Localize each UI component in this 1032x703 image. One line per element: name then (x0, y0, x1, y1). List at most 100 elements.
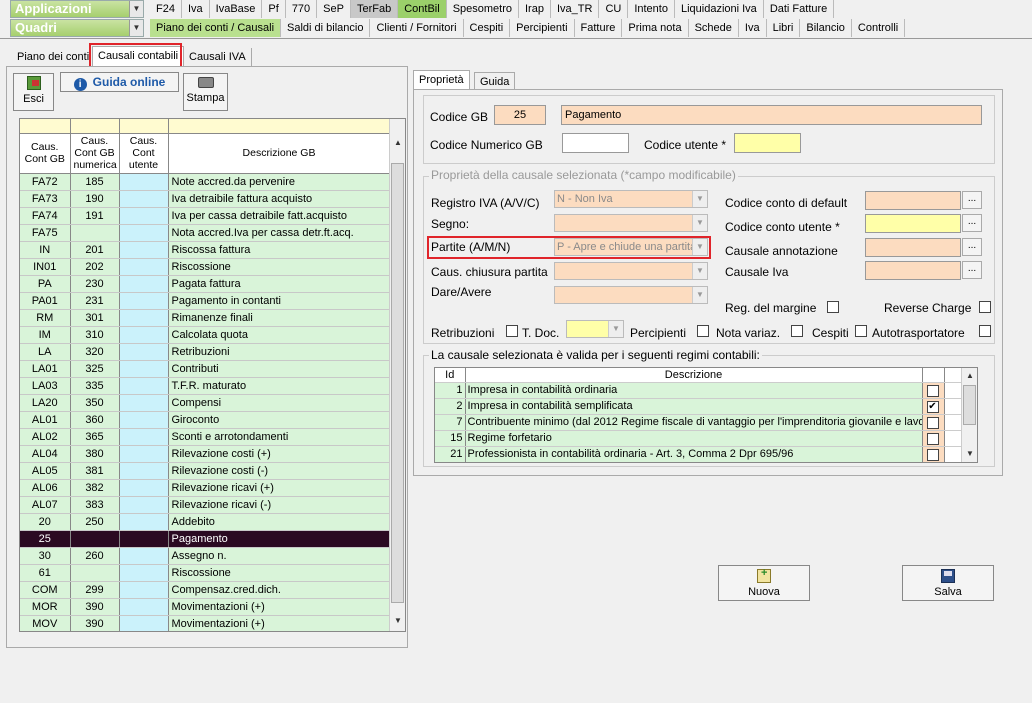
table-row[interactable]: PA 230 Pagata fattura (20, 275, 391, 293)
cell-descrizione[interactable]: Calcolata quota (168, 326, 391, 344)
table-row[interactable]: 20 250 Addebito (20, 513, 391, 531)
cell-caus-cont-gb[interactable]: AL07 (20, 496, 71, 514)
menu-iva[interactable]: Iva (182, 0, 210, 18)
col-header-id[interactable]: Id (435, 368, 466, 383)
filter-cell[interactable] (20, 119, 71, 134)
cell-utente[interactable] (119, 309, 169, 327)
cell-descrizione[interactable]: Sconti e arrotondamenti (168, 428, 391, 446)
guida-online-button[interactable]: i Guida online (60, 72, 179, 92)
cell-numerica[interactable]: 383 (70, 496, 120, 514)
codice-gb-field[interactable]: 25 (494, 105, 546, 125)
cell-caus-cont-gb[interactable]: FA74 (20, 207, 71, 225)
menu-libri[interactable]: Libri (767, 19, 801, 37)
menu-prima-nota[interactable]: Prima nota (622, 19, 689, 37)
cell-descrizione[interactable]: Riscossa fattura (168, 241, 391, 259)
table-row[interactable]: LA03 335 T.F.R. maturato (20, 377, 391, 395)
menu-controlli[interactable]: Controlli (852, 19, 906, 37)
cell-descrizione[interactable]: Addebito (168, 513, 391, 531)
cell-descrizione[interactable]: Rimanenze finali (168, 309, 391, 327)
cell-caus-cont-gb[interactable]: 20 (20, 513, 71, 531)
chevron-down-icon[interactable]: ▼ (692, 191, 707, 207)
cell-descrizione[interactable]: T.F.R. maturato (168, 377, 391, 395)
cell-caus-cont-gb[interactable]: PA (20, 275, 71, 293)
cell-numerica[interactable]: 299 (70, 581, 120, 599)
cell-descrizione[interactable]: Compensi (168, 394, 391, 412)
menu-bilancio[interactable]: Bilancio (800, 19, 852, 37)
cell-utente[interactable] (119, 343, 169, 361)
cell-descrizione[interactable]: Contributi (168, 360, 391, 378)
cell-numerica[interactable] (70, 564, 120, 582)
cell-caus-cont-gb[interactable]: AL06 (20, 479, 71, 497)
cell-numerica[interactable]: 390 (70, 598, 120, 616)
cell-utente[interactable] (119, 411, 169, 429)
chevron-down-icon[interactable]: ▼ (129, 20, 143, 36)
table-row[interactable]: AL06 382 Rilevazione ricavi (+) (20, 479, 391, 497)
menu-clienti-fornitori[interactable]: Clienti / Fornitori (370, 19, 464, 37)
applicazioni-combo[interactable]: Applicazioni ▼ (10, 0, 144, 18)
table-row[interactable]: 25 Pagamento (20, 530, 391, 548)
table-row[interactable]: IM 310 Calcolata quota (20, 326, 391, 344)
cell-caus-cont-gb[interactable]: IN (20, 241, 71, 259)
cell-caus-cont-gb[interactable]: 61 (20, 564, 71, 582)
cell-utente[interactable] (119, 190, 169, 208)
table-row[interactable]: 1 Impresa in contabilità ordinaria (435, 382, 963, 399)
percipienti-checkbox[interactable] (697, 325, 709, 337)
cell-caus-cont-gb[interactable]: AL05 (20, 462, 71, 480)
scroll-up-icon[interactable]: ▲ (962, 368, 977, 384)
regime-checkbox[interactable] (926, 432, 939, 445)
table-row[interactable]: FA74 191 Iva per cassa detraibile fatt.acq… (20, 207, 391, 225)
chevron-down-icon[interactable]: ▼ (692, 215, 707, 231)
menu-irap[interactable]: Irap (519, 0, 551, 18)
cell-numerica[interactable]: 325 (70, 360, 120, 378)
menu-liquidazioni-iva[interactable]: Liquidazioni Iva (675, 0, 764, 18)
conto-utente-field[interactable] (865, 214, 961, 233)
cell-numerica[interactable]: 310 (70, 326, 120, 344)
table-row[interactable]: AL02 365 Sconti e arrotondamenti (20, 428, 391, 446)
nota-variazione-checkbox[interactable] (791, 325, 803, 337)
table-row[interactable]: LA01 325 Contributi (20, 360, 391, 378)
menu-sep[interactable]: SeP (317, 0, 351, 18)
annotazione-browse-button[interactable]: ... (962, 238, 982, 256)
table-row[interactable]: FA72 185 Note accred.da pervenire (20, 173, 391, 191)
causale-iva-browse-button[interactable]: ... (962, 261, 982, 279)
chevron-down-icon[interactable]: ▼ (608, 321, 623, 337)
menu-intento[interactable]: Intento (628, 0, 675, 18)
col-header-numerica[interactable]: Caus. Cont GB numerica (70, 133, 120, 174)
cell-utente[interactable] (119, 292, 169, 310)
col-header-descrizione[interactable]: Descrizione GB (168, 133, 391, 174)
col-header-caus-cont-gb[interactable]: Caus. Cont GB (20, 133, 71, 174)
menu-dati-fatture[interactable]: Dati Fatture (764, 0, 835, 18)
cell-utente[interactable] (119, 615, 169, 631)
cell-utente[interactable] (119, 445, 169, 463)
scroll-down-icon[interactable]: ▼ (390, 613, 405, 629)
filter-cell[interactable] (119, 119, 169, 134)
cell-caus-cont-gb[interactable]: MOV (20, 615, 71, 631)
cell-utente[interactable] (119, 581, 169, 599)
cell-numerica[interactable]: 231 (70, 292, 120, 310)
cell-utente[interactable] (119, 275, 169, 293)
scroll-thumb[interactable] (963, 385, 976, 425)
cespiti-checkbox[interactable] (855, 325, 867, 337)
cell-utente[interactable] (119, 479, 169, 497)
cell-caus-cont-gb[interactable]: AL04 (20, 445, 71, 463)
cell-utente[interactable] (119, 564, 169, 582)
autotrasportatore-checkbox[interactable] (979, 325, 991, 337)
menu-fatture[interactable]: Fatture (575, 19, 623, 37)
cell-numerica[interactable] (70, 530, 120, 548)
table-row[interactable]: COM 299 Compensaz.cred.dich. (20, 581, 391, 599)
regime-checkbox[interactable] (926, 448, 939, 461)
menu-terfab[interactable]: TerFab (350, 0, 399, 18)
tdoc-select[interactable]: ▼ (566, 320, 624, 338)
cell-caus-cont-gb[interactable]: FA73 (20, 190, 71, 208)
regime-checkbox[interactable] (926, 384, 939, 397)
cell-numerica[interactable]: 335 (70, 377, 120, 395)
cell-utente[interactable] (119, 513, 169, 531)
cell-descrizione[interactable]: Movimentazioni (+) (168, 615, 391, 631)
cell-numerica[interactable]: 260 (70, 547, 120, 565)
cell-descrizione[interactable]: Assegno n. (168, 547, 391, 565)
table-row[interactable]: MOV 390 Movimentazioni (+) (20, 615, 391, 631)
scroll-thumb[interactable] (391, 163, 404, 603)
scroll-down-icon[interactable]: ▼ (962, 446, 977, 462)
menu-cu[interactable]: CU (599, 0, 629, 18)
esci-button[interactable]: Esci (13, 73, 54, 111)
